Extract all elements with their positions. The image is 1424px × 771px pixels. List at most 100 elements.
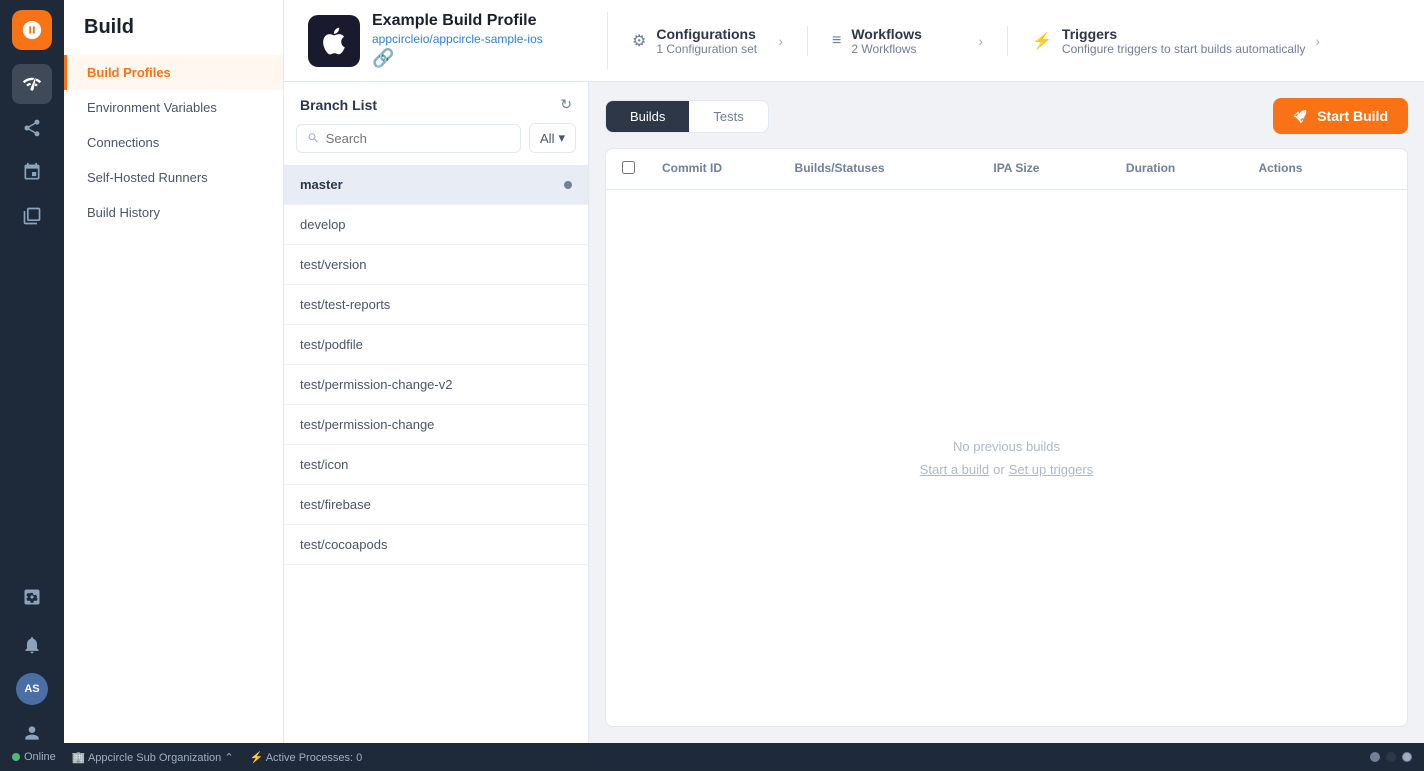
processes-count: Active Processes: 0	[284, 752, 362, 764]
col-duration: Duration	[1126, 161, 1259, 177]
branch-item-test-cocoapods[interactable]: test/cocoapods	[284, 525, 588, 565]
triggers-title: Triggers	[1062, 26, 1305, 42]
status-indicators	[1370, 752, 1412, 762]
branch-item-label: test/icon	[300, 457, 348, 472]
branch-item-test-permission-change-v2[interactable]: test/permission-change-v2	[284, 365, 588, 405]
profile-info: Example Build Profile appcircleio/appcir…	[308, 12, 608, 69]
branch-panel: Branch List ↻ All ▾ master d	[284, 82, 589, 743]
status-indicator-1	[1370, 752, 1380, 762]
sidebar-item-connections[interactable]: Connections	[64, 125, 283, 160]
sidebar-item-environment-variables[interactable]: Environment Variables	[64, 90, 283, 125]
nav-card-configurations[interactable]: ⚙ Configurations 1 Configuration set ›	[608, 26, 808, 56]
workflows-icon: ≡	[832, 32, 841, 50]
branch-header: Branch List ↻	[284, 82, 588, 123]
profile-icon	[308, 15, 360, 67]
sidebar-item-build-history[interactable]: Build History	[64, 195, 283, 230]
workflows-arrow-icon: ›	[978, 33, 983, 49]
select-all-checkbox[interactable]	[622, 161, 635, 174]
branch-item-label: test/firebase	[300, 497, 371, 512]
app-sidebar: AS	[0, 0, 64, 771]
status-bar: Online 🏢 Appcircle Sub Organization ⌃ ⚡ …	[284, 743, 1424, 771]
app-logo[interactable]	[12, 10, 52, 50]
sidebar-item-self-hosted-runners[interactable]: Self-Hosted Runners	[64, 160, 283, 195]
branch-item-master[interactable]: master	[284, 165, 588, 205]
branch-item-label: test/podfile	[300, 337, 363, 352]
status-indicator-3	[1402, 752, 1412, 762]
user-avatar[interactable]: AS	[16, 673, 48, 705]
branch-item-label: test/version	[300, 257, 366, 272]
branch-item-label: master	[300, 177, 343, 192]
tab-group: Builds Tests	[605, 100, 769, 133]
workflows-title: Workflows	[851, 26, 968, 42]
branch-item-develop[interactable]: develop	[284, 205, 588, 245]
branch-item-test-podfile[interactable]: test/podfile	[284, 325, 588, 365]
branch-item-label: test/test-reports	[300, 297, 390, 312]
empty-links: Start a build or Set up triggers	[920, 462, 1093, 477]
sidebar-icon-integrate[interactable]	[12, 152, 52, 192]
col-checkbox[interactable]	[622, 161, 662, 177]
search-icon	[307, 131, 320, 145]
profile-badge: 🔗	[372, 48, 543, 69]
nav-card-triggers[interactable]: ⚡ Triggers Configure triggers to start b…	[1008, 26, 1344, 56]
col-actions: Actions	[1258, 161, 1391, 177]
nav-cards: ⚙ Configurations 1 Configuration set › ≡…	[608, 26, 1400, 56]
branch-item-test-test-reports[interactable]: test/test-reports	[284, 285, 588, 325]
sidebar-icon-distribute[interactable]	[12, 108, 52, 148]
branch-filter-dropdown[interactable]: All ▾	[529, 123, 576, 153]
sidebar-icon-build[interactable]	[12, 64, 52, 104]
branch-active-dot	[564, 181, 572, 189]
col-builds-statuses: Builds/Statuses	[795, 161, 994, 177]
triggers-subtitle: Configure triggers to start builds autom…	[1062, 42, 1305, 56]
start-build-label: Start Build	[1317, 108, 1388, 124]
build-panel: Builds Tests Start Build Commit ID Build…	[589, 82, 1424, 743]
profile-url[interactable]: appcircleio/appcircle-sample-ios	[372, 32, 543, 46]
branch-item-test-firebase[interactable]: test/firebase	[284, 485, 588, 525]
branch-item-label: test/permission-change	[300, 417, 434, 432]
branch-list-title: Branch List	[300, 97, 377, 113]
build-toolbar: Builds Tests Start Build	[605, 98, 1408, 134]
profile-header: Example Build Profile appcircleio/appcir…	[284, 0, 1424, 82]
col-commit-id: Commit ID	[662, 161, 795, 177]
processes-label: ⚡ Active Processes: 0	[284, 751, 362, 764]
branch-item-label: develop	[300, 217, 346, 232]
workflows-subtitle: 2 Workflows	[851, 42, 968, 56]
branch-item-test-icon[interactable]: test/icon	[284, 445, 588, 485]
empty-action-separator: or	[993, 462, 1005, 477]
sidebar-icon-settings[interactable]	[12, 577, 52, 617]
branch-item-test-version[interactable]: test/version	[284, 245, 588, 285]
branch-item-label: test/permission-change-v2	[300, 377, 452, 392]
branch-list: master develop test/version test/test-re…	[284, 165, 588, 743]
triggers-arrow-icon: ›	[1315, 33, 1320, 49]
configurations-subtitle: 1 Configuration set	[656, 42, 768, 56]
start-build-button[interactable]: Start Build	[1273, 98, 1408, 134]
configurations-arrow-icon: ›	[778, 33, 783, 49]
main-content: Example Build Profile appcircleio/appcir…	[284, 0, 1424, 771]
workflows-content: Workflows 2 Workflows	[851, 26, 968, 56]
nav-card-workflows[interactable]: ≡ Workflows 2 Workflows ›	[808, 26, 1008, 56]
branch-search-row: All ▾	[284, 123, 588, 165]
start-build-link[interactable]: Start a build	[920, 462, 989, 477]
profile-details: Example Build Profile appcircleio/appcir…	[372, 12, 543, 69]
profile-name: Example Build Profile	[372, 12, 543, 30]
tab-tests[interactable]: Tests	[689, 101, 767, 132]
configurations-content: Configurations 1 Configuration set	[656, 26, 768, 56]
nav-title: Build	[64, 16, 283, 55]
sidebar-item-build-profiles[interactable]: Build Profiles	[64, 55, 283, 90]
sidebar-icon-notifications[interactable]	[12, 625, 52, 665]
branch-item-label: test/cocoapods	[300, 537, 387, 552]
sidebar-icon-queue[interactable]	[12, 196, 52, 236]
build-table-header: Commit ID Builds/Statuses IPA Size Durat…	[606, 149, 1407, 190]
configurations-title: Configurations	[656, 26, 768, 42]
setup-triggers-link[interactable]: Set up triggers	[1009, 462, 1094, 477]
triggers-content: Triggers Configure triggers to start bui…	[1062, 26, 1305, 56]
search-input[interactable]	[326, 131, 510, 146]
tab-builds[interactable]: Builds	[606, 101, 689, 132]
status-indicator-2	[1386, 752, 1396, 762]
configurations-icon: ⚙	[632, 31, 646, 51]
branch-search-box[interactable]	[296, 124, 521, 153]
filter-label: All	[540, 131, 554, 146]
branch-item-test-permission-change[interactable]: test/permission-change	[284, 405, 588, 445]
branch-refresh-icon[interactable]: ↻	[560, 96, 572, 113]
body-area: Branch List ↻ All ▾ master d	[284, 82, 1424, 743]
build-table: Commit ID Builds/Statuses IPA Size Durat…	[605, 148, 1408, 727]
